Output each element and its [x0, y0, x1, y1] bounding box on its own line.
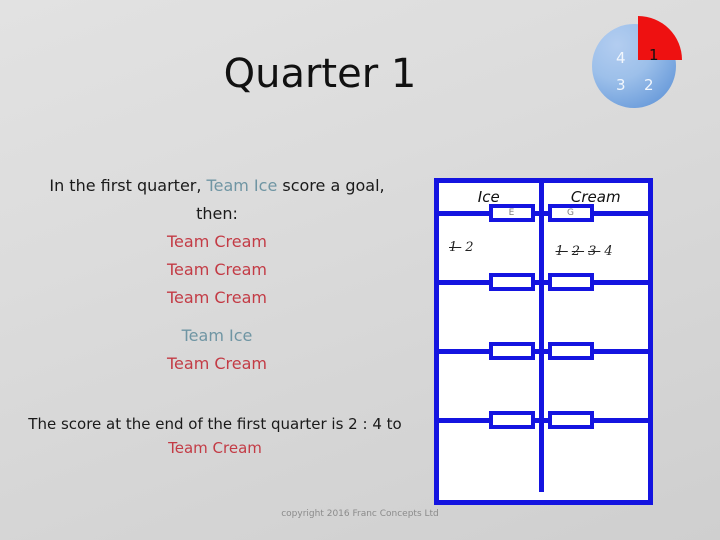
copyright-notice: copyright 2016 Franc Concepts Ltd	[281, 509, 439, 519]
scoreboard-row-quarter-2	[439, 273, 649, 354]
conclusion-middle: : 4 to	[362, 415, 402, 433]
pie-slice-quarter-1	[638, 16, 682, 60]
tally-mark: 1	[449, 240, 462, 255]
conclusion-block: The score at the end of the first quarte…	[20, 412, 410, 460]
score-pill-ice-q1: E	[488, 204, 535, 222]
score-pill-ice-q2	[488, 273, 535, 291]
conclusion-team: Team Cream	[168, 439, 262, 457]
scoreboard-row-quarter-3	[439, 342, 649, 423]
scoreboard-cell-cream-q1[interactable]: G 1234	[544, 204, 649, 280]
tally-mark: 1	[555, 244, 568, 259]
narrative-event-3: Team Cream	[166, 288, 267, 307]
slide-canvas: Quarter 1 1 2 3 4 In the first quarter, …	[0, 0, 720, 540]
narrative-intro-suffix: score a goal,	[277, 176, 385, 195]
narrative-event-4: Team Ice	[181, 326, 253, 345]
scoreboard-table: Ice Cream E 12 G 1234	[434, 178, 653, 505]
pie-label-1: 1	[649, 46, 659, 64]
scoreboard-row-quarter-4	[439, 411, 649, 492]
quarter-pie-chart: 1 2 3 4	[592, 14, 696, 118]
scoreboard-cell-cream-q3[interactable]	[544, 342, 649, 418]
scoreboard-cell-ice-q3[interactable]	[439, 342, 544, 418]
page-title: Quarter 1	[223, 51, 417, 97]
score-pill-cream-q3	[547, 342, 594, 360]
scoreboard-cell-cream-q2[interactable]	[544, 273, 649, 349]
scoreboard-cell-ice-q1[interactable]: E 12	[439, 204, 544, 280]
score-pill-ice-q4	[488, 411, 535, 429]
pie-label-3: 3	[616, 76, 626, 94]
score-pill-ice-q3	[488, 342, 535, 360]
tally-mark: 2	[571, 244, 585, 259]
narrative-intro-line: In the first quarter, Team Ice score a g…	[24, 172, 410, 200]
scoreboard-header-row: Ice Cream	[439, 183, 648, 216]
scoreboard-cell-ice-q2[interactable]	[439, 273, 544, 349]
narrative-event-2: Team Cream	[166, 260, 267, 279]
narrative-intro-team: Team Ice	[206, 176, 278, 195]
tally-mark: 4	[604, 244, 617, 259]
tally-mark: 3	[588, 244, 601, 259]
scoreboard-cell-cream-q4[interactable]	[544, 411, 649, 492]
conclusion-prefix: The score at the end of the first quarte…	[28, 415, 358, 433]
tally-cream-q1: 1234	[556, 244, 621, 259]
tally-mark: 2	[465, 240, 478, 255]
narrative-block: In the first quarter, Team Ice score a g…	[24, 172, 410, 378]
scoreboard-row-quarter-1: E 12 G 1234	[439, 204, 649, 285]
score-pill-cream-q4	[547, 411, 594, 429]
pie-label-4: 4	[616, 49, 626, 67]
narrative-event-5: Team Cream	[166, 354, 267, 373]
pie-label-2: 2	[644, 76, 654, 94]
narrative-then-line: then:	[196, 204, 238, 223]
narrative-event-1: Team Cream	[166, 232, 267, 251]
tally-ice-q1: 12	[449, 240, 482, 255]
scoreboard-cell-ice-q4[interactable]	[439, 411, 544, 492]
score-pill-cream-q2	[547, 273, 594, 291]
score-pill-cream-q1: G	[547, 204, 594, 222]
narrative-intro-prefix: In the first quarter,	[49, 176, 207, 195]
